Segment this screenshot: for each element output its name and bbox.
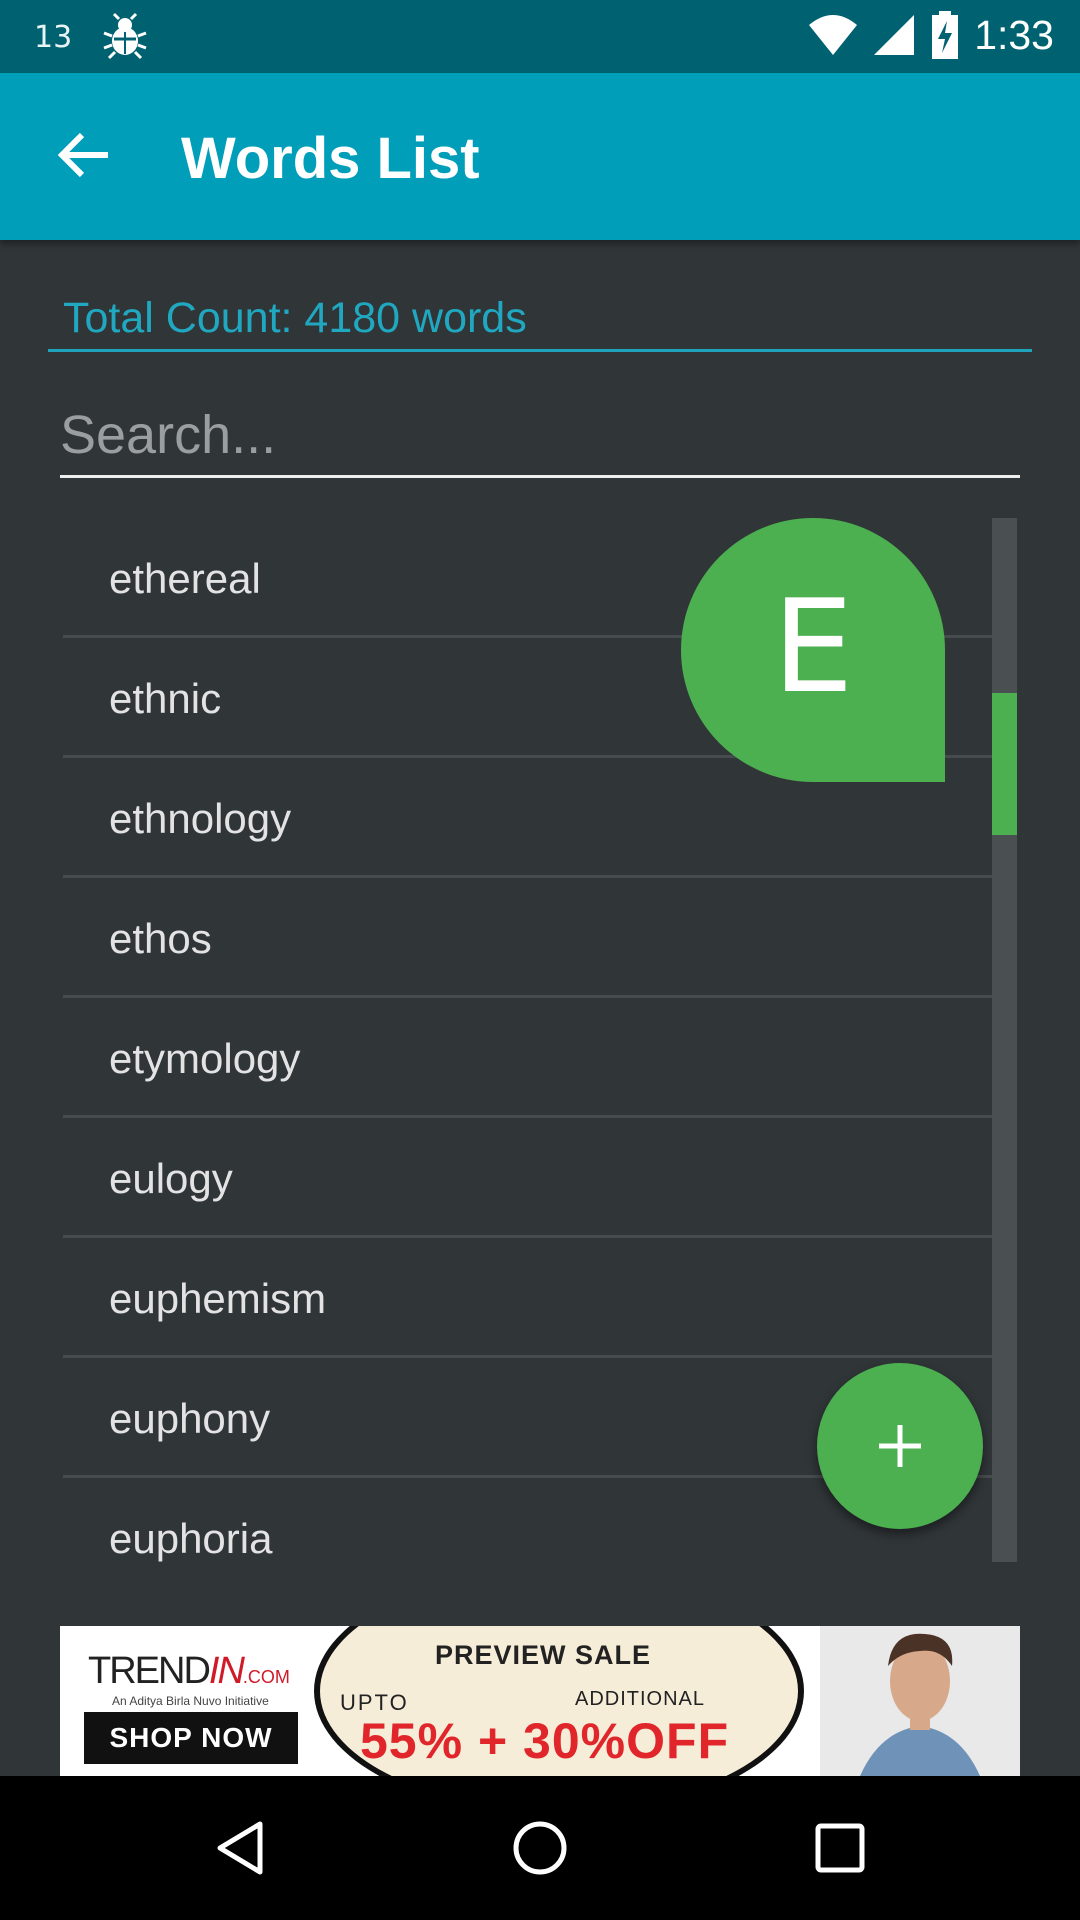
app-bar: Words List <box>0 73 1080 240</box>
fast-scroll-thumb[interactable] <box>992 693 1017 835</box>
word-label: euphony <box>109 1395 271 1442</box>
nav-back-button[interactable] <box>200 1808 280 1888</box>
search-field[interactable] <box>60 400 1020 478</box>
fast-scroll-track[interactable] <box>992 518 1017 1562</box>
fast-scroll-letter: E <box>772 572 854 722</box>
ad-headline: PREVIEW SALE <box>435 1640 652 1670</box>
nav-recents-button[interactable] <box>800 1808 880 1888</box>
plus-icon <box>879 1425 921 1467</box>
list-item[interactable]: etymology <box>63 998 1016 1118</box>
word-label: eulogy <box>109 1155 233 1202</box>
word-label: euphemism <box>109 1275 327 1322</box>
ad-logo: TRENDIN.COM <box>88 1650 290 1692</box>
home-circle-icon <box>513 1821 567 1875</box>
word-label: ethnology <box>109 795 292 842</box>
word-label: etymology <box>109 1035 301 1082</box>
page-title: Words List <box>181 126 480 191</box>
add-word-button[interactable] <box>817 1363 983 1529</box>
battery-charging-icon <box>932 11 959 59</box>
search-input[interactable] <box>60 400 1020 470</box>
list-item[interactable]: eulogy <box>63 1118 1016 1238</box>
status-bar: 13 1:33 <box>0 0 1080 73</box>
bug-icon <box>103 12 147 60</box>
word-label: euphoria <box>109 1515 273 1562</box>
clock: 1:33 <box>974 11 1054 58</box>
back-button[interactable] <box>48 119 120 191</box>
word-label: ethnic <box>109 675 222 722</box>
word-label: ethereal <box>109 555 261 602</box>
ad-banner[interactable]: TRENDIN.COM An Aditya Birla Nuvo Initiat… <box>60 1626 1020 1776</box>
notification-count: 13 <box>34 19 73 55</box>
list-item[interactable]: euphemism <box>63 1238 1016 1358</box>
navigation-bar <box>0 1776 1080 1920</box>
ad-offer: 55% + 30%OFF <box>360 1713 730 1769</box>
fast-scroll-bubble: E <box>681 518 945 782</box>
ad-model-image <box>820 1626 1020 1776</box>
total-count-field: Total Count: 4180 words <box>48 290 1032 352</box>
list-item[interactable]: ethos <box>63 878 1016 998</box>
back-triangle-icon <box>217 1821 263 1875</box>
ad-shop-now-button[interactable]: SHOP NOW <box>84 1712 298 1764</box>
total-count-label: Total Count: 4180 words <box>63 294 527 342</box>
ad-tagline: An Aditya Birla Nuvo Initiative <box>112 1694 269 1708</box>
wifi-icon <box>809 15 858 55</box>
nav-home-button[interactable] <box>500 1808 580 1888</box>
arrow-back-icon <box>58 132 108 178</box>
signal-icon <box>874 15 915 55</box>
recents-square-icon <box>815 1823 865 1873</box>
ad-additional: ADDITIONAL <box>575 1688 706 1710</box>
word-label: ethos <box>109 915 212 962</box>
